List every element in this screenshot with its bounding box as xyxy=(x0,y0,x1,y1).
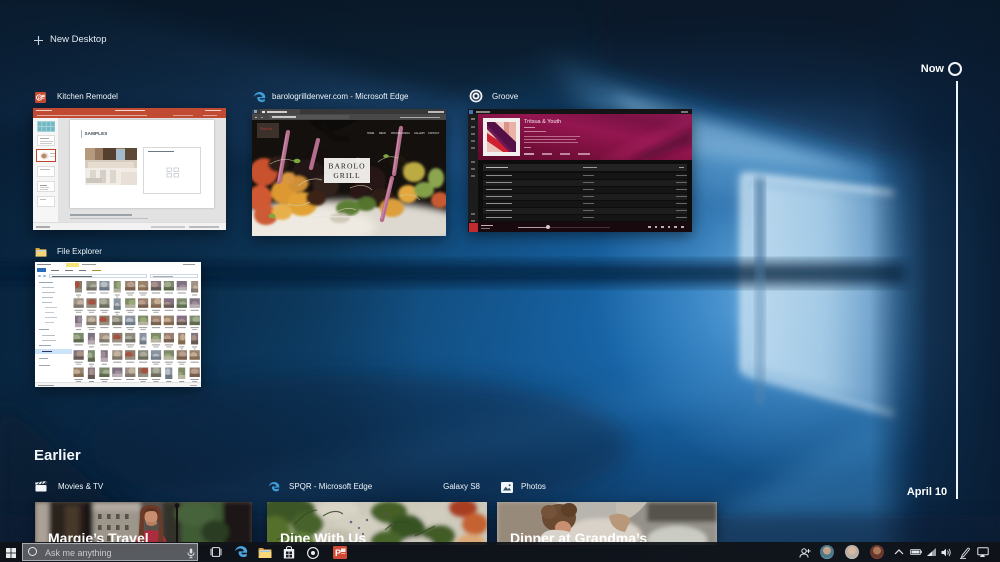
svg-text:HOME: HOME xyxy=(367,132,375,135)
svg-text:GALLERY: GALLERY xyxy=(414,132,425,135)
svg-text:Barolo: Barolo xyxy=(260,126,273,131)
svg-text:P: P xyxy=(335,548,341,558)
svg-text:CONTACT: CONTACT xyxy=(428,132,440,135)
svg-text:MENU: MENU xyxy=(379,132,386,135)
svg-text:PRIVATE DINING: PRIVATE DINING xyxy=(391,132,410,135)
svg-text:BAROLO: BAROLO xyxy=(328,162,365,171)
svg-text:GRILL: GRILL xyxy=(333,171,360,180)
